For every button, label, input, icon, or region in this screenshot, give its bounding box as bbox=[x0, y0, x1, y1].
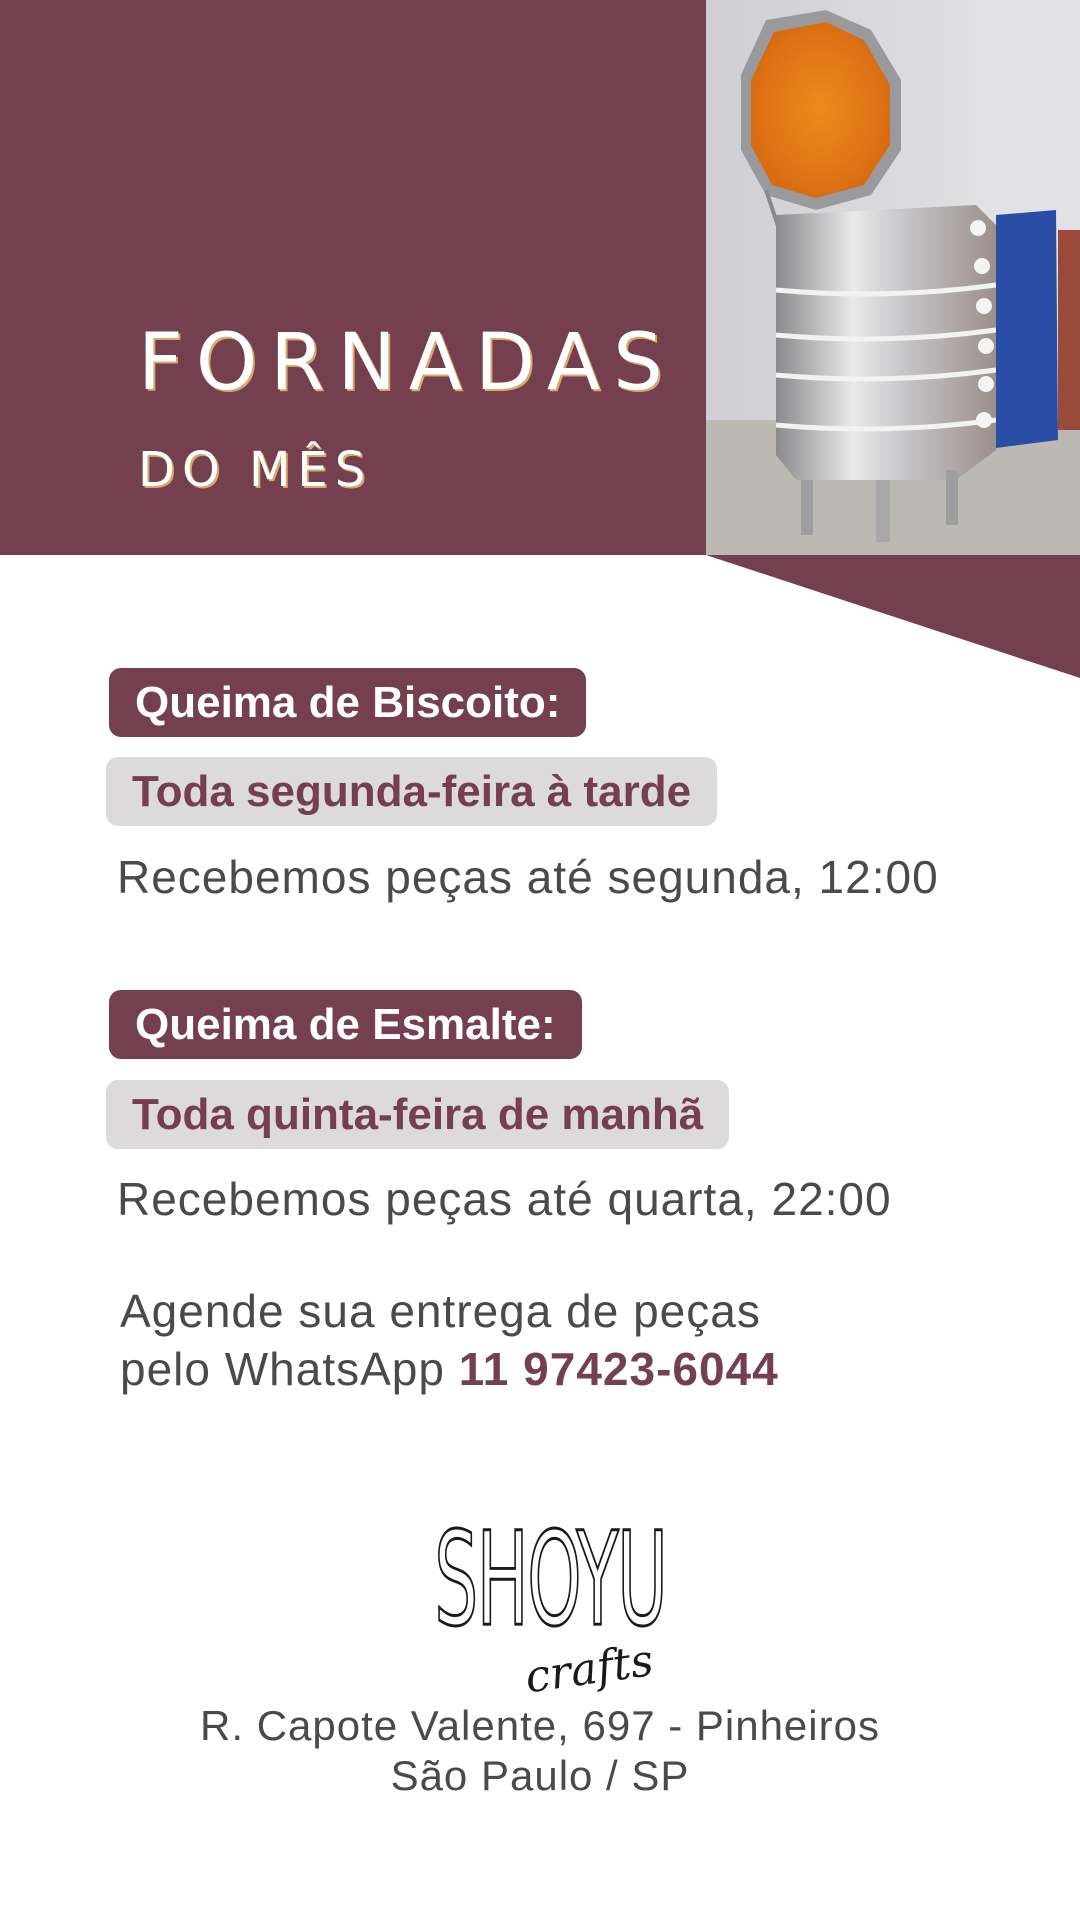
biscuit-firing-day: Toda segunda-feira à tarde bbox=[106, 757, 718, 826]
address-line-1: R. Capote Valente, 697 - Pinheiros bbox=[200, 1702, 880, 1749]
schedule-line-2: pelo WhatsApp 11 97423-6044 bbox=[120, 1342, 779, 1396]
schedule-prefix: pelo WhatsApp bbox=[120, 1343, 445, 1395]
shoyu-crafts-logo: SHOYU crafts bbox=[430, 1500, 670, 1704]
biscuit-deadline: Recebemos peças até segunda, 12:00 bbox=[117, 851, 939, 903]
page-subtitle: DO MÊS bbox=[138, 442, 373, 498]
whatsapp-phone-link[interactable]: 11 97423-6044 bbox=[459, 1343, 779, 1395]
biscuit-firing-label: Queima de Biscoito: bbox=[109, 668, 587, 737]
page-title: FORNADAS bbox=[138, 318, 676, 408]
address-line-2: São Paulo / SP bbox=[390, 1752, 690, 1799]
kiln-photo bbox=[706, 0, 1080, 555]
glaze-firing-label: Queima de Esmalte: bbox=[109, 990, 582, 1059]
logo-brand: SHOYU bbox=[434, 1506, 666, 1656]
schedule-line-1: Agende sua entrega de peças bbox=[120, 1285, 761, 1337]
glaze-firing-day: Toda quinta-feira de manhã bbox=[106, 1080, 730, 1149]
glaze-deadline: Recebemos peças até quarta, 22:00 bbox=[117, 1173, 892, 1225]
